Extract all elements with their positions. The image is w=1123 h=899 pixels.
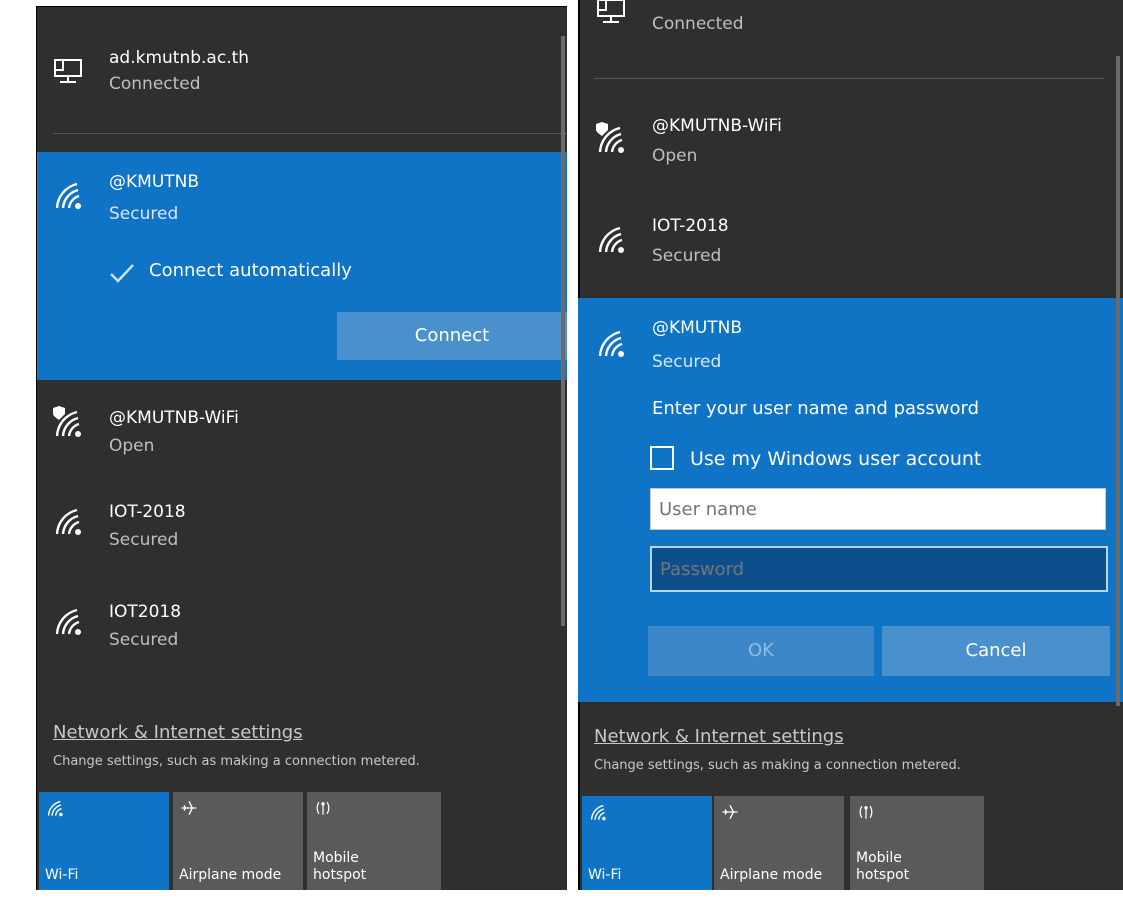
wifi-tile[interactable]: Wi-Fi [39, 792, 169, 890]
hotspot-icon [316, 801, 330, 815]
wifi-icon [590, 804, 607, 821]
hotspot-icon [859, 805, 873, 819]
network-status: Secured [652, 246, 722, 266]
network-item[interactable]: IOT-2018 Secured [37, 480, 567, 580]
tile-label: Airplane mode [179, 867, 282, 883]
airplane-mode-tile[interactable]: Airplane mode [173, 792, 303, 890]
wired-connection[interactable]: ad.kmutnb.ac.th Connected [37, 6, 567, 126]
wifi-icon [55, 508, 83, 537]
network-item-selected[interactable]: @KMUTNB Secured Enter your user name and… [578, 298, 1123, 702]
network-item[interactable]: @KMUTNB-WiFi Open [37, 380, 567, 480]
tile-label-line1: Mobile [313, 850, 359, 866]
wifi-icon [598, 330, 626, 359]
wired-status: Connected [109, 74, 201, 94]
network-name: @KMUTNB [109, 172, 200, 192]
airplane-mode-tile[interactable]: Airplane mode [714, 796, 844, 890]
monitor-icon [54, 59, 82, 83]
mobile-hotspot-tile[interactable]: Mobile hotspot [307, 792, 441, 890]
network-status: Open [652, 146, 698, 166]
network-item[interactable]: IOT-2018 Secured [578, 196, 1123, 296]
wired-name: ad.kmutnb.ac.th [109, 48, 250, 68]
settings-description: Change settings, such as making a connec… [594, 758, 961, 773]
checkbox-label: Connect automatically [149, 260, 352, 281]
network-name: IOT-2018 [652, 216, 729, 236]
wifi-icon [47, 800, 64, 817]
network-name: @KMUTNB [652, 318, 743, 338]
scrollbar[interactable] [1116, 56, 1120, 706]
mobile-hotspot-tile[interactable]: Mobile hotspot [850, 796, 984, 890]
wifi-icon [55, 182, 83, 211]
wired-connection[interactable]: Connected [578, 0, 1123, 80]
wifi-tile[interactable]: Wi-Fi [582, 796, 712, 890]
wifi-icon [598, 226, 626, 255]
shield-wifi-icon [596, 122, 626, 155]
network-status: Secured [109, 630, 179, 650]
wifi-icon [55, 608, 83, 637]
cancel-button[interactable]: Cancel [882, 626, 1110, 676]
network-item-selected[interactable]: @KMUTNB Secured Connect automatically Co… [37, 152, 567, 380]
network-settings-link[interactable]: Network & Internet settings [594, 726, 844, 747]
checkbox-label: Use my Windows user account [690, 448, 982, 470]
divider [53, 133, 567, 134]
network-name: @KMUTNB-WiFi [652, 116, 782, 136]
credentials-prompt: Enter your user name and password [652, 398, 980, 419]
tile-label: Mobile hotspot [856, 850, 909, 884]
tile-label-line1: Mobile [856, 850, 902, 866]
connect-button[interactable]: Connect [337, 312, 567, 360]
network-name: IOT-2018 [109, 502, 186, 522]
wired-status: Connected [652, 14, 744, 34]
monitor-icon [597, 0, 625, 23]
network-status: Secured [109, 530, 179, 550]
scrollbar[interactable] [561, 36, 565, 626]
tile-label: Wi-Fi [588, 867, 622, 883]
network-item[interactable]: @KMUTNB-WiFi Open [578, 96, 1123, 196]
network-name: @KMUTNB-WiFi [109, 408, 239, 428]
password-input[interactable] [650, 546, 1108, 592]
network-flyout-left: ad.kmutnb.ac.th Connected @KMUTNB Secure… [36, 6, 567, 890]
airplane-icon [181, 801, 197, 815]
checkbox-box [650, 446, 674, 470]
ok-button[interactable]: OK [648, 626, 874, 676]
settings-description: Change settings, such as making a connec… [53, 754, 420, 769]
network-flyout-right: Connected @KMUTNB-WiFi Open IOT-2018 Sec… [578, 0, 1123, 890]
network-name: IOT2018 [109, 602, 182, 622]
network-status: Secured [652, 352, 722, 372]
divider [594, 78, 1104, 79]
airplane-icon [722, 805, 738, 819]
tile-label: Mobile hotspot [313, 850, 366, 884]
network-settings-link[interactable]: Network & Internet settings [53, 722, 303, 743]
tile-label: Airplane mode [720, 867, 823, 883]
tile-label-line2: hotspot [313, 867, 367, 883]
network-status: Open [109, 436, 155, 456]
checkmark-icon [110, 264, 134, 283]
network-status: Secured [109, 204, 179, 224]
network-item[interactable]: IOT2018 Secured [37, 580, 567, 680]
username-input[interactable] [650, 488, 1106, 530]
shield-wifi-icon [53, 406, 83, 439]
tile-label: Wi-Fi [45, 867, 79, 883]
tile-label-line2: hotspot [856, 867, 910, 883]
